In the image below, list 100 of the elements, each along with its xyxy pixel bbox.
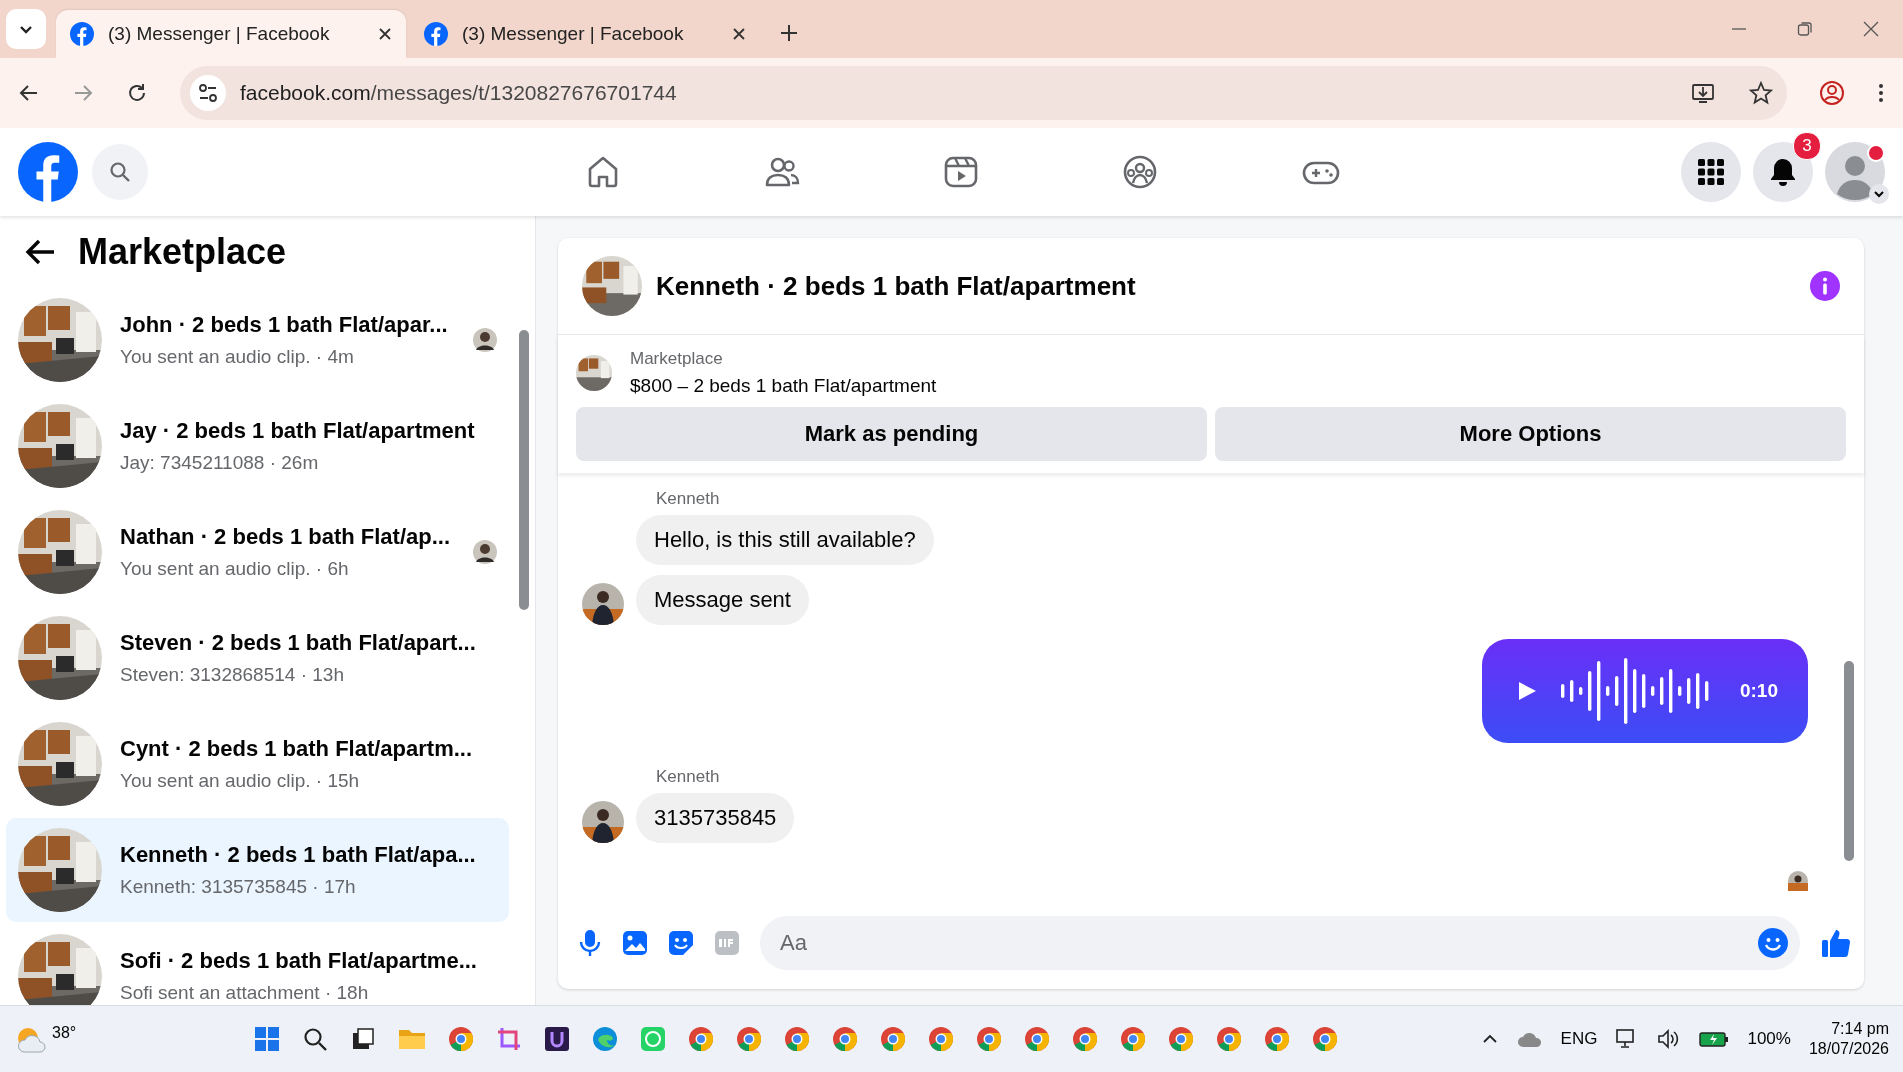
microphone-icon[interactable] — [578, 929, 602, 957]
groups-icon[interactable] — [1122, 154, 1158, 190]
back-icon[interactable] — [24, 238, 56, 266]
conversation-name: Steven · 2 beds 1 bath Flat/apart... — [120, 630, 477, 656]
conversation-name: Cynt · 2 beds 1 bath Flat/apartm... — [120, 736, 474, 762]
reload-icon[interactable] — [126, 82, 148, 104]
site-settings-icon[interactable] — [190, 75, 226, 111]
audio-duration: 0:10 — [1739, 680, 1778, 702]
battery-percent: 100% — [1747, 1029, 1791, 1049]
battery-icon[interactable] — [1699, 1030, 1730, 1048]
conversation-item[interactable]: Steven · 2 beds 1 bath Flat/apart... Steven: 3132868514 · 13h — [6, 606, 509, 710]
menu-button[interactable] — [1681, 142, 1741, 202]
chrome-icon[interactable] — [832, 1026, 858, 1052]
chrome-icon[interactable] — [784, 1026, 810, 1052]
play-icon[interactable] — [1516, 680, 1538, 702]
sender-name: Kenneth — [656, 767, 721, 787]
status-dot — [1867, 144, 1885, 162]
message-input[interactable]: Aa — [778, 929, 1758, 957]
facebook-logo-icon[interactable] — [18, 142, 78, 202]
conversation-preview: You sent an audio clip. · 15h — [120, 770, 361, 792]
grid-icon — [1697, 158, 1725, 186]
browser-tab[interactable]: (3) Messenger | Facebook — [56, 10, 406, 58]
facebook-logo-icon — [424, 22, 448, 46]
chrome-icon[interactable] — [1312, 1026, 1338, 1052]
cloud-icon[interactable] — [1516, 1030, 1543, 1048]
conversation-item[interactable]: John · 2 beds 1 bath Flat/apar... You sent an audio clip. · 4m — [6, 288, 509, 392]
chrome-icon[interactable] — [448, 1026, 474, 1052]
action-button[interactable]: More Options — [1215, 407, 1846, 461]
emoji-icon[interactable] — [1758, 928, 1788, 958]
chrome-icon[interactable] — [1216, 1026, 1242, 1052]
install-app-icon[interactable] — [1691, 81, 1715, 105]
tab-title: (3) Messenger | Facebook — [108, 23, 331, 45]
chrome-icon[interactable] — [880, 1026, 906, 1052]
clock-time[interactable]: 7:14 pm — [1831, 1020, 1889, 1038]
close-icon[interactable] — [732, 27, 746, 41]
conversation-preview: Steven: 3132868514 · 13h — [120, 664, 345, 686]
action-button[interactable]: Mark as pending — [576, 407, 1207, 461]
chrome-icon[interactable] — [976, 1026, 1002, 1052]
conversation-name: John · 2 beds 1 bath Flat/apar... — [120, 312, 449, 338]
browser-tab[interactable]: (3) Messenger | Facebook — [410, 10, 760, 58]
message-field[interactable]: Aa — [760, 916, 1800, 970]
listing-label: Marketplace — [630, 349, 724, 369]
restore-icon[interactable] — [1797, 21, 1813, 37]
search-icon — [109, 161, 131, 183]
more-icon[interactable] — [1877, 82, 1885, 104]
conversation-preview: Sofi sent an attachment · 18h — [120, 982, 370, 1004]
close-icon[interactable] — [378, 27, 392, 41]
close-icon[interactable] — [1863, 21, 1879, 37]
temperature-text: 38° — [52, 1024, 77, 1042]
app-icon[interactable] — [544, 1026, 570, 1052]
message-bubble: 3135735845 — [636, 793, 795, 843]
search-icon[interactable] — [302, 1026, 328, 1052]
info-icon[interactable] — [1810, 271, 1840, 301]
chrome-icon[interactable] — [1264, 1026, 1290, 1052]
chrome-icon[interactable] — [1120, 1026, 1146, 1052]
conversation-name: Jay · 2 beds 1 bath Flat/apartment — [120, 418, 476, 444]
conversation-preview: Jay: 7345211088 · 26m — [120, 452, 320, 474]
thumbs-up-icon[interactable] — [1820, 927, 1852, 959]
image-icon[interactable] — [622, 930, 648, 956]
edge-icon[interactable] — [592, 1026, 618, 1052]
listing-title: $800 – 2 beds 1 bath Flat/apartment — [630, 375, 937, 397]
chrome-icon[interactable] — [688, 1026, 714, 1052]
chrome-icon[interactable] — [1168, 1026, 1194, 1052]
conversation-item[interactable]: Kenneth · 2 beds 1 bath Flat/apa... Kenneth: 3135735845 · 17h — [6, 818, 509, 922]
tab-title: (3) Messenger | Facebook — [462, 23, 685, 45]
chat-title: Kenneth · 2 beds 1 bath Flat/apartment — [656, 270, 1137, 302]
chrome-icon[interactable] — [736, 1026, 762, 1052]
chrome-icon[interactable] — [1072, 1026, 1098, 1052]
snipping-tool-icon[interactable] — [496, 1026, 522, 1052]
conversation-name: Kenneth · 2 beds 1 bath Flat/apa... — [120, 842, 477, 868]
address-bar[interactable]: facebook.com/messages/t/1320827676701744 — [180, 66, 1787, 120]
clock-date[interactable]: 18/07/2026 — [1808, 1040, 1889, 1058]
star-icon[interactable] — [1749, 81, 1773, 105]
conversation-item[interactable]: Jay · 2 beds 1 bath Flat/apartment Jay: 7345211088 · 26m — [6, 394, 509, 498]
message-bubble: Hello, is this still available? — [636, 515, 934, 565]
language-indicator[interactable]: ENG — [1560, 1029, 1598, 1049]
conversation-name: Sofi · 2 beds 1 bath Flat/apartme... — [120, 948, 478, 974]
conversation-preview: You sent an audio clip. · 4m — [120, 346, 355, 368]
conversation-preview: Kenneth: 3135735845 · 17h — [120, 876, 357, 898]
conversation-item[interactable]: Nathan · 2 beds 1 bath Flat/ap... You sent an audio clip. · 6h — [6, 500, 509, 604]
task-view-icon[interactable] — [350, 1026, 376, 1052]
video-icon[interactable] — [943, 154, 979, 190]
url-text: facebook.com/messages/t/1320827676701744 — [240, 81, 678, 105]
search-button[interactable] — [92, 144, 148, 200]
caret-icon[interactable] — [1869, 184, 1889, 204]
new-tab-icon[interactable] — [780, 24, 798, 42]
sticker-icon[interactable] — [668, 930, 694, 956]
conversation-preview: You sent an audio clip. · 6h — [120, 558, 350, 580]
conversation-name: Nathan · 2 beds 1 bath Flat/ap... — [120, 524, 452, 550]
bell-icon — [1769, 157, 1797, 187]
profile-icon[interactable] — [1819, 80, 1845, 106]
message-bubble: Message sent — [636, 575, 809, 625]
audio-message[interactable]: 0:10 — [1482, 639, 1808, 743]
chrome-icon[interactable] — [1024, 1026, 1050, 1052]
facebook-logo-icon — [70, 22, 94, 46]
notification-badge: 3 — [1793, 132, 1821, 160]
panel-title: Marketplace — [78, 231, 287, 273]
chrome-icon[interactable] — [928, 1026, 954, 1052]
windows-icon[interactable] — [254, 1026, 280, 1052]
conversation-item[interactable]: Cynt · 2 beds 1 bath Flat/apartm... You sent an audio clip. · 15h — [6, 712, 509, 816]
